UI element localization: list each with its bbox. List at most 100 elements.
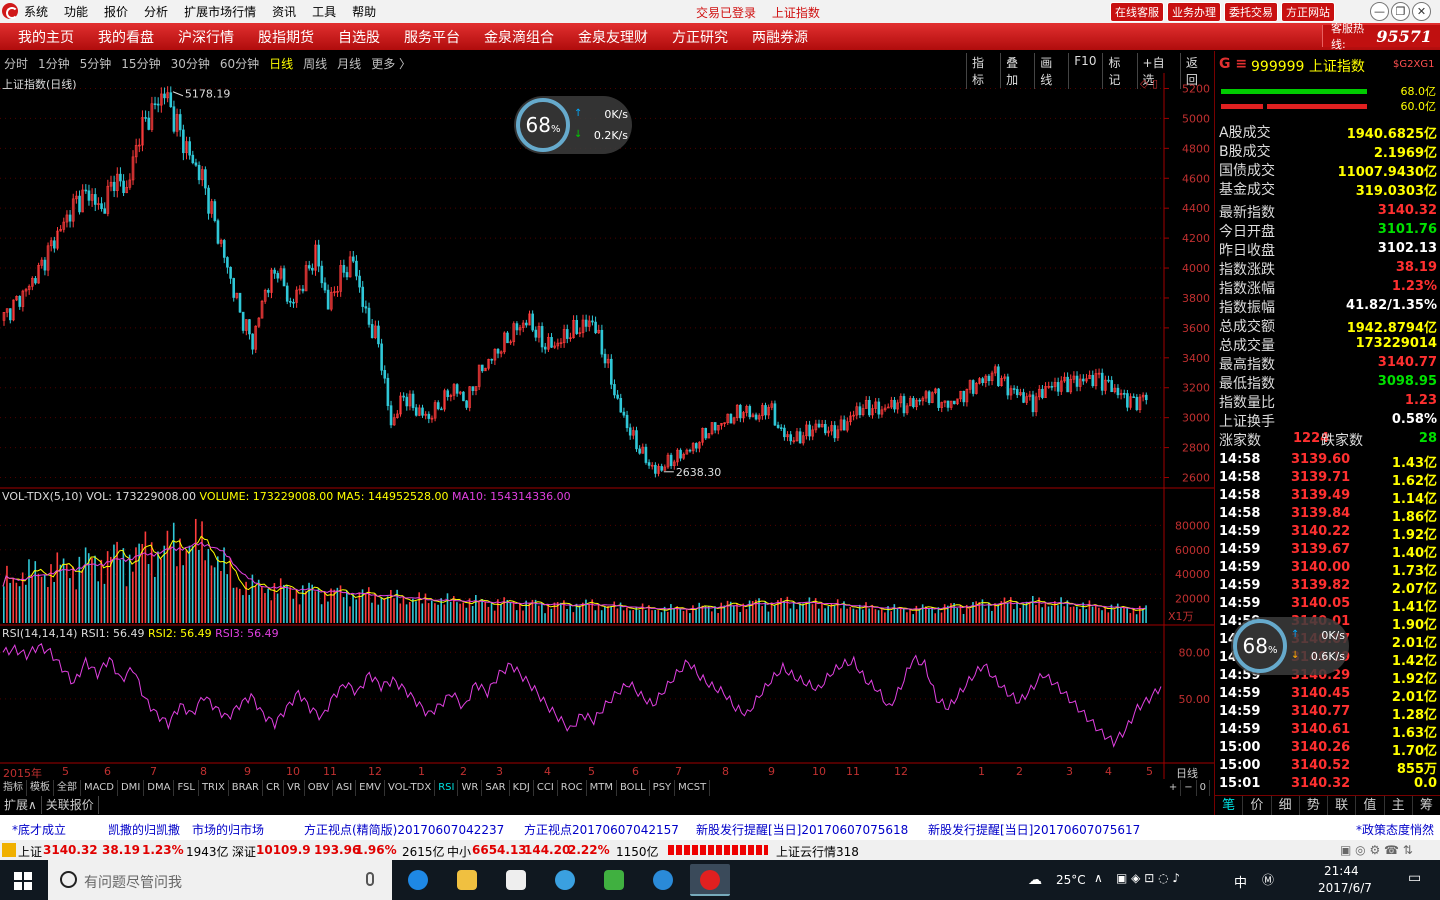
indicator-tab-8[interactable]: BRAR [229, 780, 263, 796]
menu-item-2[interactable]: 报价 [104, 3, 128, 20]
status-tray-icons[interactable]: ▣ ◎ ⚙ ☎ ⇅ [1340, 843, 1413, 857]
ime-mode-icon[interactable]: Ⓜ [1262, 871, 1274, 888]
nav-item-1[interactable]: 我的看盘 [98, 27, 154, 47]
news-item-5[interactable]: 新股发行提醒[当日]20170607075618 [696, 821, 908, 838]
indicator-tab-6[interactable]: FSL [174, 780, 199, 796]
menu-item-7[interactable]: 帮助 [352, 3, 376, 20]
minimize-button[interactable]: — [1370, 2, 1389, 21]
ie-icon[interactable] [643, 864, 683, 896]
indicator-tab-24[interactable]: MCST [675, 780, 711, 796]
zoom-control-1[interactable]: − [1181, 780, 1197, 796]
network-app-icon[interactable] [594, 864, 634, 896]
title-button-2[interactable]: 委托交易 [1224, 2, 1278, 22]
indicator-tab-10[interactable]: VR [284, 780, 305, 796]
close-button[interactable]: ✕ [1412, 2, 1431, 21]
indicator-tab-16[interactable]: WR [458, 780, 483, 796]
nav-item-2[interactable]: 沪深行情 [178, 27, 234, 47]
nav-item-0[interactable]: 我的主页 [18, 27, 74, 47]
indicator-tab-15[interactable]: RSI [435, 780, 459, 796]
store-icon[interactable] [496, 864, 536, 896]
indicator-tab-19[interactable]: CCI [534, 780, 558, 796]
title-button-1[interactable]: 业务办理 [1167, 2, 1221, 22]
indicator-tab-11[interactable]: OBV [305, 780, 333, 796]
nav-item-8[interactable]: 方正研究 [672, 27, 728, 47]
indicator-tab-20[interactable]: ROC [558, 780, 587, 796]
edge-icon[interactable] [398, 864, 438, 896]
indicator-tab-2[interactable]: 全部 [54, 780, 81, 796]
quote-tab-3[interactable]: 势 [1300, 796, 1328, 815]
period-9[interactable]: 更多 〉 [371, 55, 411, 72]
quote-tab-6[interactable]: 主 [1385, 796, 1413, 815]
indicator-tab-23[interactable]: PSY [650, 780, 676, 796]
zoom-control-0[interactable]: + [1166, 780, 1182, 796]
quote-tab-5[interactable]: 值 [1356, 796, 1385, 815]
period-1[interactable]: 1分钟 [38, 55, 70, 72]
chart-svg[interactable]: 2600280030003200340036003800400042004400… [0, 73, 1214, 795]
menu-item-3[interactable]: 分析 [144, 3, 168, 20]
indicator-tab-17[interactable]: SAR [482, 780, 510, 796]
tray-icons[interactable]: ▣ ◈ ⊡ ◌ ♪ [1116, 871, 1180, 885]
indicator-tab-18[interactable]: KDJ [510, 780, 534, 796]
period-8[interactable]: 月线 [337, 55, 361, 72]
period-4[interactable]: 30分钟 [171, 55, 210, 72]
windows-start-icon[interactable] [14, 872, 32, 890]
news-item-3[interactable]: 方正视点(精简版)20170607042237 [304, 821, 504, 838]
chart-area[interactable]: 2600 2800 3000 3200 3400 3600 3800 4000 4200 4400… [0, 73, 1214, 795]
period-3[interactable]: 15分钟 [121, 55, 160, 72]
period-0[interactable]: 分时 [4, 55, 28, 72]
net-speed-widget[interactable]: 68% ↑ 0K/s ↓ 0.2K/s [514, 96, 632, 154]
ext-tab-0[interactable]: 扩展∧ [0, 796, 42, 814]
indicator-tab-4[interactable]: DMI [118, 780, 145, 796]
news-item-2[interactable]: 市场的归市场 [192, 821, 264, 838]
period-5[interactable]: 60分钟 [220, 55, 259, 72]
ime-indicator[interactable]: 中 [1234, 872, 1247, 891]
fangzheng-app-icon[interactable] [690, 864, 730, 896]
nav-item-7[interactable]: 金泉友理财 [578, 27, 648, 47]
quote-tab-0[interactable]: 笔 [1215, 796, 1244, 815]
period-6[interactable]: 日线 [269, 55, 293, 72]
tray-chevron-icon[interactable]: ∧ [1094, 871, 1103, 885]
menu-item-4[interactable]: 扩展市场行情 [184, 3, 256, 20]
menu-item-5[interactable]: 资讯 [272, 3, 296, 20]
menu-item-1[interactable]: 功能 [64, 3, 88, 20]
quote-tab-2[interactable]: 细 [1272, 796, 1300, 815]
news-item-0[interactable]: *底才成立 [12, 821, 66, 838]
explorer-icon[interactable] [447, 864, 487, 896]
menu-item-6[interactable]: 工具 [312, 3, 336, 20]
quote-tab-7[interactable]: 筹 [1413, 796, 1440, 815]
indicator-tab-21[interactable]: MTM [587, 780, 617, 796]
nav-item-9[interactable]: 两融券源 [752, 27, 808, 47]
nav-item-6[interactable]: 金泉滴组合 [484, 27, 554, 47]
news-item-7[interactable]: *政策态度悄然 [1356, 821, 1434, 838]
browser-icon[interactable] [545, 864, 585, 896]
net-speed-widget-2[interactable]: 68% ↑ 0K/s ↓ 0.6K/s [1231, 617, 1349, 675]
news-item-1[interactable]: 凯撒的归凯撒 [108, 821, 180, 838]
period-2[interactable]: 5分钟 [80, 55, 112, 72]
nav-item-3[interactable]: 股指期货 [258, 27, 314, 47]
taskbar-search[interactable]: 有问题尽管问我 [48, 860, 392, 900]
indicator-tab-12[interactable]: ASI [333, 780, 357, 796]
nav-item-4[interactable]: 自选股 [338, 27, 380, 47]
menu-item-0[interactable]: 系统 [24, 3, 48, 20]
title-button-3[interactable]: 方正网站 [1281, 2, 1335, 22]
indicator-tab-0[interactable]: 指标 [0, 780, 27, 796]
indicator-tab-22[interactable]: BOLL [617, 780, 650, 796]
restore-button[interactable]: ❐ [1391, 2, 1410, 21]
quote-tab-1[interactable]: 价 [1243, 796, 1272, 815]
news-item-6[interactable]: 新股发行提醒[当日]20170607075617 [928, 821, 1140, 838]
indicator-tab-7[interactable]: TRIX [199, 780, 229, 796]
quote-tab-4[interactable]: 联 [1328, 796, 1357, 815]
ext-tab-1[interactable]: 关联报价 [41, 796, 99, 814]
zoom-control-2[interactable]: 0 [1197, 780, 1210, 796]
period-7[interactable]: 周线 [303, 55, 327, 72]
indicator-tab-5[interactable]: DMA [144, 780, 175, 796]
news-item-4[interactable]: 方正视点20170607042157 [524, 821, 679, 838]
indicator-tab-1[interactable]: 模板 [27, 780, 54, 796]
mic-icon[interactable] [366, 872, 374, 886]
indicator-tab-9[interactable]: CR [263, 780, 284, 796]
indicator-tab-13[interactable]: EMV [356, 780, 385, 796]
indicator-tab-14[interactable]: VOL-TDX [385, 780, 436, 796]
title-button-0[interactable]: 在线客服 [1110, 2, 1164, 22]
notification-icon[interactable]: ▭ [1408, 870, 1421, 886]
indicator-tab-3[interactable]: MACD [81, 780, 118, 796]
